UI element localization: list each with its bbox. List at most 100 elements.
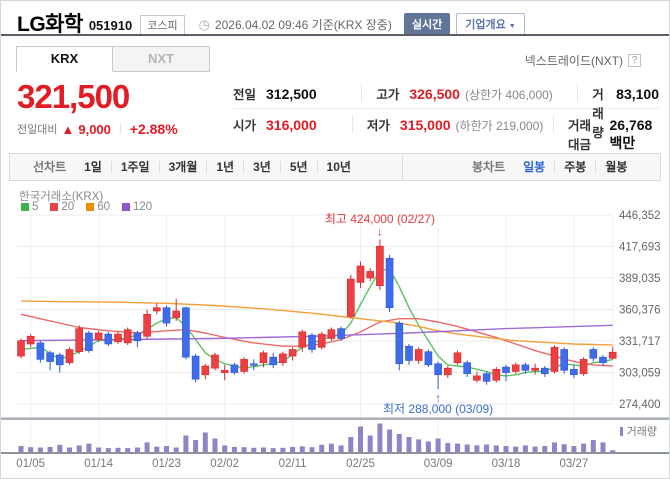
prev-close-label: 전일 bbox=[233, 87, 257, 102]
candle-chart-periods: 봉차트 일봉 주봉 월봉 bbox=[402, 154, 660, 180]
candle-body bbox=[172, 310, 180, 318]
open-cell: 시가 316,000 bbox=[233, 115, 352, 133]
volume-bar bbox=[522, 445, 528, 452]
candle-body bbox=[65, 349, 74, 363]
volume-bar bbox=[377, 423, 383, 452]
x-axis-line bbox=[1, 452, 669, 454]
candle-tab-주봉[interactable]: 주봉 bbox=[555, 161, 597, 173]
volume-bar bbox=[280, 447, 286, 452]
lower-limit-note: (하한가 219,000) bbox=[455, 119, 544, 133]
volume-bar bbox=[193, 440, 199, 452]
change-value: 9,000 bbox=[78, 121, 111, 137]
volume-bar bbox=[571, 446, 577, 452]
ma-color-swatch bbox=[122, 203, 130, 211]
help-icon[interactable]: ? bbox=[628, 54, 641, 67]
volume-bar bbox=[396, 434, 402, 452]
candle-body bbox=[220, 370, 229, 373]
change-percent: +2.88% bbox=[129, 121, 178, 137]
candle-body bbox=[608, 351, 617, 359]
volume-bar bbox=[67, 447, 72, 452]
volume-bar bbox=[202, 432, 208, 452]
divider: | bbox=[118, 123, 122, 135]
stock-code: 051910 bbox=[88, 17, 133, 33]
candle-body bbox=[482, 373, 491, 382]
nxt-note-label: 넥스트레이드(NXT) bbox=[524, 54, 623, 68]
candle-body bbox=[356, 265, 365, 283]
period-tab-3개월[interactable]: 3개월 bbox=[160, 161, 208, 173]
candle-body bbox=[240, 359, 248, 372]
candle-body bbox=[211, 354, 219, 369]
volume-bar bbox=[290, 446, 296, 452]
period-tab-1년[interactable]: 1년 bbox=[207, 161, 245, 173]
candle-body bbox=[405, 345, 413, 361]
period-tab-10년[interactable]: 10년 bbox=[318, 161, 360, 173]
volume-bar bbox=[173, 447, 179, 452]
volume-cell: 거래량 83,100 bbox=[577, 83, 659, 140]
period-tab-3년[interactable]: 3년 bbox=[244, 161, 281, 173]
x-axis-label: 02/25 bbox=[346, 458, 375, 470]
ma-color-swatch bbox=[86, 203, 95, 211]
volume-bar bbox=[406, 437, 412, 452]
volume-bar bbox=[241, 447, 247, 452]
candle-body bbox=[230, 364, 239, 373]
y-axis-label: 446,352 bbox=[619, 210, 661, 222]
candlestick-chart[interactable]: 446,352 417,693 389,035 360,376 331,717 303,0… bbox=[1, 186, 670, 479]
volume-bar bbox=[115, 447, 121, 452]
volume-separator bbox=[1, 417, 669, 420]
y-axis-label: 360,376 bbox=[619, 305, 661, 317]
period-tab-1주일[interactable]: 1주일 bbox=[112, 161, 160, 173]
volume-bar bbox=[183, 435, 189, 452]
candle-body bbox=[434, 363, 442, 376]
candle-chart-caption: 봉차트 bbox=[472, 160, 506, 174]
day-high-value: 326,500 bbox=[409, 85, 460, 102]
volume-bar bbox=[542, 446, 548, 452]
volume-bar bbox=[251, 447, 257, 452]
candle-tab-일봉[interactable]: 일봉 bbox=[514, 161, 556, 173]
candle-body bbox=[114, 333, 122, 343]
ma-legend-label: 120 bbox=[133, 201, 153, 213]
volume-bar bbox=[86, 443, 92, 452]
price-chart-section: 한국거래소(KRX) 5 20 60 120 446,352 417,693 389,03… bbox=[1, 186, 670, 479]
candle-body bbox=[36, 342, 45, 360]
volume-bar bbox=[513, 446, 519, 452]
candle-body bbox=[463, 362, 472, 374]
volume-bar bbox=[18, 446, 24, 452]
candle-body bbox=[298, 331, 307, 348]
volume-bar bbox=[493, 445, 499, 452]
open-value: 316,000 bbox=[266, 117, 317, 133]
current-price: 321,500 bbox=[17, 78, 130, 115]
candle-body bbox=[75, 328, 83, 352]
x-axis-label: 02/11 bbox=[279, 458, 307, 470]
period-tab-1일[interactable]: 1일 bbox=[75, 161, 112, 173]
volume-bar bbox=[561, 444, 567, 452]
candle-body bbox=[259, 352, 268, 363]
candle-body bbox=[279, 353, 287, 363]
volume-bar bbox=[435, 438, 441, 452]
candle-body bbox=[317, 333, 326, 348]
volume-bar bbox=[125, 448, 131, 452]
candle-body bbox=[162, 307, 171, 324]
tab-krx[interactable]: KRX bbox=[16, 46, 113, 72]
candle-body bbox=[599, 356, 607, 363]
day-high-label: 고가 bbox=[376, 87, 400, 102]
realtime-badge[interactable]: 실시간 bbox=[403, 13, 451, 35]
candle-body bbox=[94, 332, 103, 340]
candle-body bbox=[327, 329, 336, 339]
volume-bar bbox=[503, 446, 509, 452]
volume-bar bbox=[144, 442, 150, 452]
volume-bar bbox=[319, 444, 325, 452]
tab-nxt[interactable]: NXT bbox=[113, 46, 210, 72]
company-overview-button[interactable]: 기업개요 ▼ bbox=[456, 13, 525, 35]
volume-bar bbox=[134, 447, 140, 452]
candle-body bbox=[104, 333, 113, 345]
volume-bar bbox=[474, 445, 480, 452]
candle-tab-월봉[interactable]: 월봉 bbox=[596, 161, 636, 173]
volume-bar bbox=[464, 444, 470, 452]
volume-bar bbox=[299, 446, 305, 452]
x-axis-label: 03/09 bbox=[424, 458, 453, 470]
low-annotation: 최저 288,000 (03/09) bbox=[383, 402, 493, 416]
ma-color-swatch bbox=[50, 203, 59, 211]
candle-body bbox=[346, 278, 355, 317]
period-tab-5년[interactable]: 5년 bbox=[281, 161, 318, 173]
candle-body bbox=[511, 364, 520, 372]
